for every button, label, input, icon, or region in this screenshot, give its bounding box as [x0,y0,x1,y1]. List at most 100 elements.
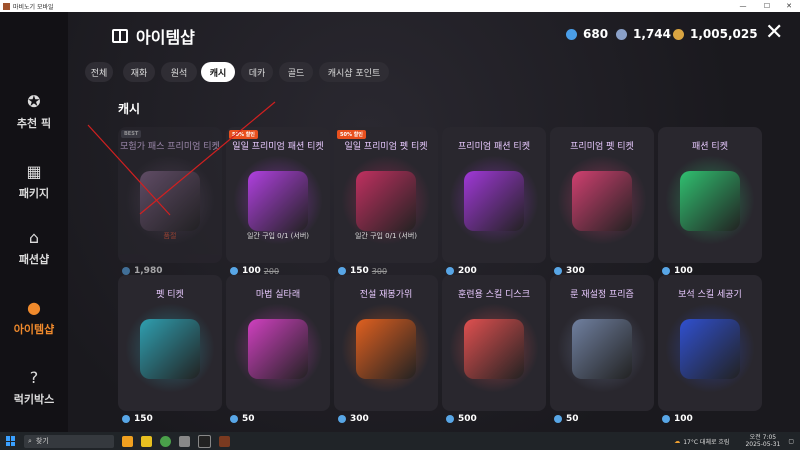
item-card-adventurer-pass-premium-ticket[interactable]: 모험가 패스 프리미엄 티켓 BEST 품절 [118,127,222,263]
price-value: 50 [242,414,255,424]
window-close-button[interactable]: ✕ [778,0,800,12]
notification-icon[interactable]: ▢ [788,438,794,445]
item-badge: 50% 할인 [337,130,366,139]
gem-icon [446,415,454,423]
gem-icon [230,267,238,275]
silver-gem-icon [616,28,627,40]
taskbar: ⌕ 찾기 ☁ 17°C 대체로 흐림 오전 7:05 2025-05-31 ▢ [0,432,800,450]
item-price: 150 [122,414,153,424]
clock[interactable]: 오전 7:05 2025-05-31 [745,434,780,448]
item-name: 펫 티켓 [156,290,184,300]
windows-start-icon[interactable] [6,436,16,446]
tab-deca[interactable]: 데카 [241,62,273,82]
tab-cash[interactable]: 캐시 [201,62,235,82]
gem-icon [662,415,670,423]
price-value: 300 [350,414,369,424]
gem-icon [446,267,454,275]
search-placeholder: 찾기 [35,437,49,445]
sidebar-item-lucky-box[interactable]: ? 럭키박스 [0,358,68,418]
mabinogi-taskbar-icon[interactable] [219,435,230,447]
item-card-magic-thread[interactable]: 마법 실타래 [226,275,330,411]
sidebar-item-item-shop[interactable]: ● 아이템샵 [0,288,68,348]
currency-gem: 680 [566,27,608,41]
maximize-button[interactable]: ☐ [756,0,778,12]
item-name: 프리미엄 패션 티켓 [458,142,530,152]
sidebar-item-label: 럭키박스 [13,393,55,406]
gem-icon [122,267,130,275]
search-icon: ⌕ [28,436,32,445]
item-badge: 50% 할인 [229,130,258,139]
item-name: 훈련용 스킬 디스크 [458,290,530,300]
sidebar-item-label: 패키지 [18,187,50,200]
sidebar-item-fashion-shop[interactable]: ⌂ 패션샵 [0,218,68,278]
sidebar-item-label: 패션샵 [18,253,50,266]
gem-icon [566,28,577,40]
purchase-limit: 일간 구입 0/1 (서버) [246,232,310,240]
weather-icon: ☁ [674,437,681,445]
close-icon[interactable]: ✕ [765,22,783,44]
sidebar-item-recommended[interactable]: ✪ 추천 픽 [0,82,68,142]
app-icon [3,2,10,10]
tab-label: 골드 [287,68,305,79]
tab-gold[interactable]: 골드 [279,62,313,82]
sold-out-label: 품절 [163,232,177,240]
window-titlebar: 마비노기 모바일 — ☐ ✕ [0,0,800,12]
taskbar-search-input[interactable]: ⌕ 찾기 [24,434,114,448]
item-art-icon [248,319,308,379]
apple-icon[interactable] [179,435,190,447]
item-art-icon [680,171,740,231]
item-card-training-skill-disk[interactable]: 훈련용 스킬 디스크 [442,275,546,411]
item-art-icon [356,319,416,379]
item-card-premium-fashion-ticket[interactable]: 프리미엄 패션 티켓 [442,127,546,263]
file-explorer-icon[interactable] [122,435,133,447]
currency-silver-gem: 1,744 [616,27,671,41]
item-card-daily-premium-pet-ticket[interactable]: 일일 프리미엄 펫 티켓 50% 할인 일간 구입 0/1 (서버) [334,127,438,263]
item-card-legendary-scissors[interactable]: 전설 재봉가위 [334,275,438,411]
clock-time: 오전 7:05 [749,434,777,441]
price-value: 500 [458,414,477,424]
price-value: 100 [674,414,693,424]
tab-label: 원석 [170,68,188,79]
tab-label: 캐시샵 포인트 [327,68,381,79]
item-badge: BEST [121,130,142,138]
price-value: 150 [134,414,153,424]
chrome-icon[interactable] [160,435,171,447]
item-art-icon [140,171,200,231]
page-title-text: 아이템샵 [136,28,195,47]
minimize-button[interactable]: — [732,0,754,12]
gem-icon [554,415,562,423]
gift-icon [112,29,128,43]
item-card-pet-ticket[interactable]: 펫 티켓 [118,275,222,411]
item-name: 보석 스킬 세공기 [678,290,742,300]
item-name: 일일 프리미엄 패션 티켓 [232,142,324,152]
tab-gemstone[interactable]: 원석 [161,62,197,82]
tab-label: 데카 [248,68,266,79]
price-value: 50 [566,414,579,424]
tab-all[interactable]: 전체 [85,62,113,82]
sticky-notes-icon[interactable] [141,435,152,447]
item-name: 일일 프리미엄 펫 티켓 [344,142,428,152]
tab-cashshop-points[interactable]: 캐시샵 포인트 [319,62,389,82]
item-card-daily-premium-fashion-ticket[interactable]: 일일 프리미엄 패션 티켓 50% 할인일간 구입 0/1 (서버) [226,127,330,263]
system-tray: ☁ 17°C 대체로 흐림 오전 7:05 2025-05-31 ▢ [674,432,794,450]
item-card-fashion-ticket[interactable]: 패션 티켓 [658,127,762,263]
item-name: 룬 재설정 프리즘 [570,290,634,300]
clock-date: 2025-05-31 [745,441,781,448]
tab-currency[interactable]: 재화 [123,62,155,82]
item-card-gem-skill-crafter[interactable]: 보석 스킬 세공기 [658,275,762,411]
item-art-icon [572,319,632,379]
item-card-premium-pet-ticket[interactable]: 프리미엄 펫 티켓 [550,127,654,263]
window-title: 마비노기 모바일 [13,3,54,11]
currency-gold: 1,005,025 [673,27,758,41]
tab-label: 캐시 [209,68,227,79]
item-art-icon [464,171,524,231]
item-price: 50 [554,414,579,424]
item-name: 전설 재봉가위 [359,290,413,300]
item-name: 프리미엄 펫 티켓 [570,142,634,152]
sidebar-item-package[interactable]: ▦ 패키지 [0,152,68,212]
app-p-icon[interactable] [198,434,211,448]
gem-icon [554,267,562,275]
game-area: ✪ 추천 픽 ▦ 패키지 ⌂ 패션샵 ● 아이템샵 ? 럭키박스 아이템샵 68… [0,12,800,432]
section-title: 캐시 [118,102,141,116]
item-card-rune-reset-prism[interactable]: 룬 재설정 프리즘 [550,275,654,411]
